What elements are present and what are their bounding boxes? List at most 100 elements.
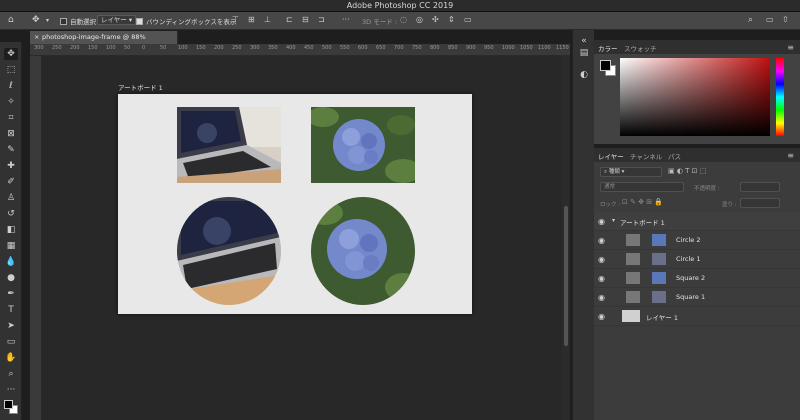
hand-tool-icon[interactable]: ✋ bbox=[4, 352, 18, 364]
frame-thumbnail bbox=[626, 253, 640, 265]
workspace-icon[interactable]: ▭ bbox=[766, 15, 774, 24]
tab-swatches[interactable]: スウォッチ bbox=[624, 43, 657, 53]
close-icon[interactable]: × bbox=[34, 31, 42, 44]
eye-icon[interactable]: ◉ bbox=[598, 312, 605, 321]
stamp-tool-icon[interactable]: ♙ bbox=[4, 192, 18, 204]
panel-menu-icon[interactable]: ≡ bbox=[787, 43, 794, 52]
move-tool-icon[interactable]: ✥ bbox=[32, 15, 40, 25]
type-tool-icon[interactable]: T bbox=[4, 304, 18, 316]
history-brush-tool-icon[interactable]: ↺ bbox=[4, 208, 18, 220]
tab-layers[interactable]: レイヤー bbox=[598, 151, 624, 161]
ruler-tick: 400 bbox=[286, 45, 296, 51]
lasso-tool-icon[interactable]: ℓ bbox=[4, 80, 18, 92]
fill-label: 塗り : bbox=[722, 202, 737, 208]
dodge-tool-icon[interactable]: ● bbox=[4, 272, 18, 284]
pen-tool-icon[interactable]: ✒ bbox=[4, 288, 18, 300]
collapse-icon[interactable]: « bbox=[578, 36, 590, 48]
layer-row-artboard[interactable]: ◉ ▾ アートボード 1 bbox=[594, 212, 800, 231]
3d-roll-icon[interactable]: ◎ bbox=[416, 15, 423, 24]
color-picker-field[interactable] bbox=[620, 58, 770, 136]
ruler-tick: 700 bbox=[394, 45, 404, 51]
layer-row-square-2[interactable]: ◉ Square 2 bbox=[594, 269, 800, 288]
bounding-box-checkbox[interactable]: バウンディングボックスを表示 bbox=[136, 16, 236, 26]
align-middle-icon[interactable]: ⊞ bbox=[248, 15, 255, 24]
color-foreground-swatch[interactable] bbox=[600, 60, 611, 71]
align-left-icon[interactable]: ⊏ bbox=[286, 15, 293, 24]
share-icon[interactable]: ⇧ bbox=[782, 15, 789, 24]
blend-mode-dropdown[interactable]: 通常 bbox=[600, 182, 684, 192]
align-bottom-icon[interactable]: ⊥ bbox=[264, 15, 271, 24]
ruler-tick: 500 bbox=[322, 45, 332, 51]
frame-tool-icon[interactable]: ⊠ bbox=[4, 128, 18, 140]
filter-icons[interactable]: ▣ ◐ T ⊡ ⬚ bbox=[668, 167, 706, 175]
layer-row-square-1[interactable]: ◉ Square 1 bbox=[594, 288, 800, 307]
ruler-tick: 750 bbox=[412, 45, 422, 51]
layer-row-layer-1[interactable]: ◉ レイヤー 1 bbox=[594, 307, 800, 326]
lock-icons[interactable]: ⊡ ✎ ✥ ⊞ 🔒 bbox=[622, 198, 663, 206]
foreground-color-swatch[interactable] bbox=[4, 400, 13, 409]
tab-paths[interactable]: パス bbox=[668, 151, 681, 161]
align-top-icon[interactable]: ⊤ bbox=[232, 15, 239, 24]
tab-color[interactable]: カラー bbox=[598, 43, 618, 53]
image-thumbnail bbox=[652, 234, 666, 246]
ruler-tick: 100 bbox=[106, 45, 116, 51]
gradient-tool-icon[interactable]: ▦ bbox=[4, 240, 18, 252]
rectangle-tool-icon[interactable]: ▭ bbox=[4, 336, 18, 348]
hydrangea-square-image[interactable] bbox=[311, 107, 415, 183]
hue-slider[interactable] bbox=[776, 58, 784, 136]
3d-drag-icon[interactable]: ✣ bbox=[432, 15, 439, 24]
home-icon[interactable]: ⌂ bbox=[8, 15, 14, 25]
healing-brush-tool-icon[interactable]: ✚ bbox=[4, 160, 18, 172]
hydrangea-circle-image[interactable] bbox=[311, 197, 415, 305]
history-icon[interactable]: ▤ bbox=[578, 48, 590, 60]
artboard[interactable] bbox=[118, 94, 472, 314]
brush-tool-icon[interactable]: ✐ bbox=[4, 176, 18, 188]
eye-icon[interactable]: ◉ bbox=[598, 274, 605, 283]
layer-filter-dropdown[interactable]: ⌕ 種類 ▾ bbox=[600, 167, 662, 177]
auto-select-dropdown[interactable]: レイヤー ▾ bbox=[97, 15, 137, 25]
app-title: Adobe Photoshop CC 2019 bbox=[346, 1, 454, 10]
3d-mode-label: 3D モード : bbox=[362, 18, 397, 26]
ruler-tick: 250 bbox=[52, 45, 62, 51]
scrollbar-thumb[interactable] bbox=[564, 206, 568, 346]
eye-icon[interactable]: ◉ bbox=[598, 236, 605, 245]
align-right-icon[interactable]: ⊐ bbox=[318, 15, 325, 24]
title-bar: Adobe Photoshop CC 2019 bbox=[0, 0, 800, 12]
opacity-field[interactable] bbox=[740, 182, 780, 192]
3d-scale-icon[interactable]: ▭ bbox=[464, 15, 472, 24]
chevron-down-icon[interactable]: ▾ bbox=[46, 17, 49, 24]
tab-channels[interactable]: チャンネル bbox=[630, 151, 662, 161]
align-center-icon[interactable]: ⊟ bbox=[302, 15, 309, 24]
chevron-down-icon[interactable]: ▾ bbox=[612, 217, 615, 224]
3d-rotate-icon[interactable]: ◌ bbox=[400, 15, 407, 24]
eye-icon[interactable]: ◉ bbox=[598, 255, 605, 264]
laptop-square-image[interactable] bbox=[177, 107, 281, 183]
eyedropper-tool-icon[interactable]: ✎ bbox=[4, 144, 18, 156]
checkbox-icon[interactable] bbox=[60, 18, 67, 25]
fill-field[interactable] bbox=[740, 198, 780, 208]
more-tools-icon[interactable]: ··· bbox=[4, 384, 18, 396]
layer-row-circle-1[interactable]: ◉ Circle 1 bbox=[594, 250, 800, 269]
search-icon[interactable]: ⌕ bbox=[748, 15, 753, 25]
laptop-circle-image[interactable] bbox=[177, 197, 281, 305]
path-selection-tool-icon[interactable]: ➤ bbox=[4, 320, 18, 332]
move-tool-icon[interactable]: ✥ bbox=[4, 48, 18, 60]
checkbox-icon[interactable] bbox=[136, 18, 143, 25]
blur-tool-icon[interactable]: 💧 bbox=[4, 256, 18, 268]
panel-menu-icon[interactable]: ≡ bbox=[787, 151, 794, 160]
more-options-icon[interactable]: ··· bbox=[342, 15, 350, 24]
auto-select-checkbox[interactable]: 自動選択 : bbox=[60, 16, 100, 26]
3d-slide-icon[interactable]: ⇕ bbox=[448, 15, 455, 24]
adjustments-icon[interactable]: ◐ bbox=[578, 70, 590, 82]
eye-icon[interactable]: ◉ bbox=[598, 217, 605, 226]
canvas-scrollbar[interactable] bbox=[562, 56, 570, 420]
marquee-tool-icon[interactable]: ⬚ bbox=[4, 64, 18, 76]
magic-wand-tool-icon[interactable]: ✧ bbox=[4, 96, 18, 108]
zoom-tool-icon[interactable]: ⌕ bbox=[4, 368, 18, 380]
layer-row-circle-2[interactable]: ◉ Circle 2 bbox=[594, 231, 800, 250]
eraser-tool-icon[interactable]: ◧ bbox=[4, 224, 18, 236]
ruler-tick: 100 bbox=[178, 45, 188, 51]
crop-tool-icon[interactable]: ⌗ bbox=[4, 112, 18, 124]
eye-icon[interactable]: ◉ bbox=[598, 293, 605, 302]
document-tab[interactable]: ×photoshop-image-frame @ 88% (RGB/8#) bbox=[30, 31, 178, 54]
